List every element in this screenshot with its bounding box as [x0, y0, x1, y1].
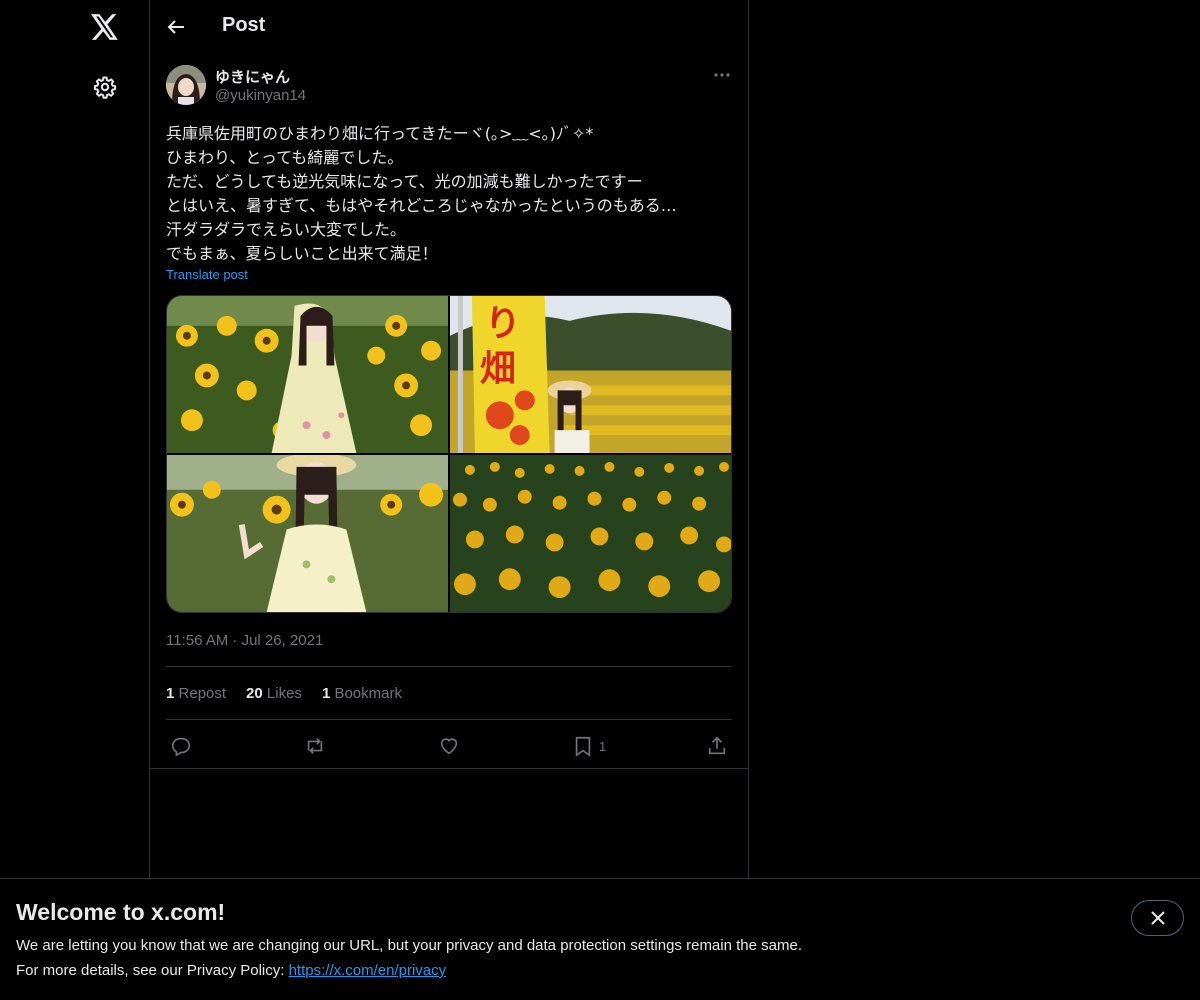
bookmark-count: 1 — [321, 685, 331, 702]
divider — [166, 666, 732, 667]
translate-post-link[interactable]: Translate post — [166, 267, 248, 282]
likes-stat-label: Likes — [266, 685, 302, 702]
bookmark-stat-label: Bookmark — [334, 685, 402, 702]
bookmark-stat[interactable]: 1 Bookmark — [322, 685, 402, 702]
repost-stat-label: Repost — [178, 685, 227, 702]
post-timestamp[interactable]: 11:56 AM · Jul 26, 2021 — [166, 632, 323, 649]
bookmark-button[interactable]: 1 — [573, 733, 606, 759]
post: ゆきにゃん @yukinyan14 兵庫県佐用町のひまわり畑に行ってきたーヾ(｡… — [150, 54, 749, 769]
welcome-banner: Welcome to x.com! We are letting you kno… — [0, 878, 1200, 1000]
x-logo-icon[interactable] — [90, 12, 120, 42]
share-icon — [708, 736, 726, 755]
like-button[interactable] — [438, 733, 460, 759]
banner-policy-text: For more details, see our Privacy Policy… — [16, 962, 289, 979]
photo-1[interactable] — [167, 296, 448, 453]
banner-close-button[interactable] — [1131, 900, 1184, 936]
photo-3[interactable] — [167, 455, 448, 612]
reply-button[interactable] — [170, 733, 192, 759]
page-title: Post — [222, 14, 266, 36]
divider — [166, 719, 732, 720]
like-icon — [440, 738, 458, 755]
banner-message: We are letting you know that we are chan… — [16, 937, 802, 954]
share-button[interactable] — [706, 733, 728, 759]
photo-2[interactable]: り 畑 — [450, 296, 731, 453]
banner-policy-line: For more details, see our Privacy Policy… — [16, 962, 446, 979]
svg-text:畑: 畑 — [480, 349, 516, 390]
post-text: 兵庫県佐用町のひまわり畑に行ってきたーヾ(｡>﹏<｡)ﾉﾞ✧* ひまわり、とって… — [166, 124, 677, 263]
post-stats: 1 Repost 20 Likes 1 Bookmark — [166, 685, 402, 702]
avatar[interactable] — [166, 65, 206, 105]
page-header: Post — [150, 0, 749, 54]
repost-icon — [307, 738, 323, 754]
photo-4[interactable] — [450, 455, 731, 612]
banner-title: Welcome to x.com! — [16, 899, 226, 925]
gear-icon[interactable] — [92, 74, 118, 100]
action-bar: 1 — [166, 733, 732, 759]
more-dots-icon — [714, 73, 730, 77]
likes-stat[interactable]: 20 Likes — [246, 685, 302, 702]
likes-count: 20 — [246, 685, 263, 702]
main-column: Post ゆきにゃん @yukinyan14 兵庫県佐用町のひまわり畑に行ってき… — [150, 0, 749, 1000]
svg-text:り: り — [485, 304, 521, 345]
repost-button[interactable] — [303, 733, 327, 759]
author-display-name[interactable]: ゆきにゃん — [215, 66, 290, 87]
privacy-policy-link[interactable]: https://x.com/en/privacy — [289, 962, 447, 979]
repost-count: 1 — [166, 685, 175, 702]
media-grid: り 畑 — [166, 295, 732, 613]
close-icon — [1150, 911, 1165, 925]
back-arrow-icon — [167, 20, 184, 34]
repost-stat[interactable]: 1 Repost — [166, 685, 226, 702]
more-options-button[interactable] — [710, 68, 734, 82]
author-handle[interactable]: @yukinyan14 — [215, 87, 306, 104]
left-nav — [0, 0, 150, 1000]
back-button[interactable] — [164, 15, 188, 39]
bookmark-action-count: 1 — [599, 738, 607, 754]
reply-icon — [171, 737, 191, 757]
bookmark-icon — [575, 736, 591, 757]
